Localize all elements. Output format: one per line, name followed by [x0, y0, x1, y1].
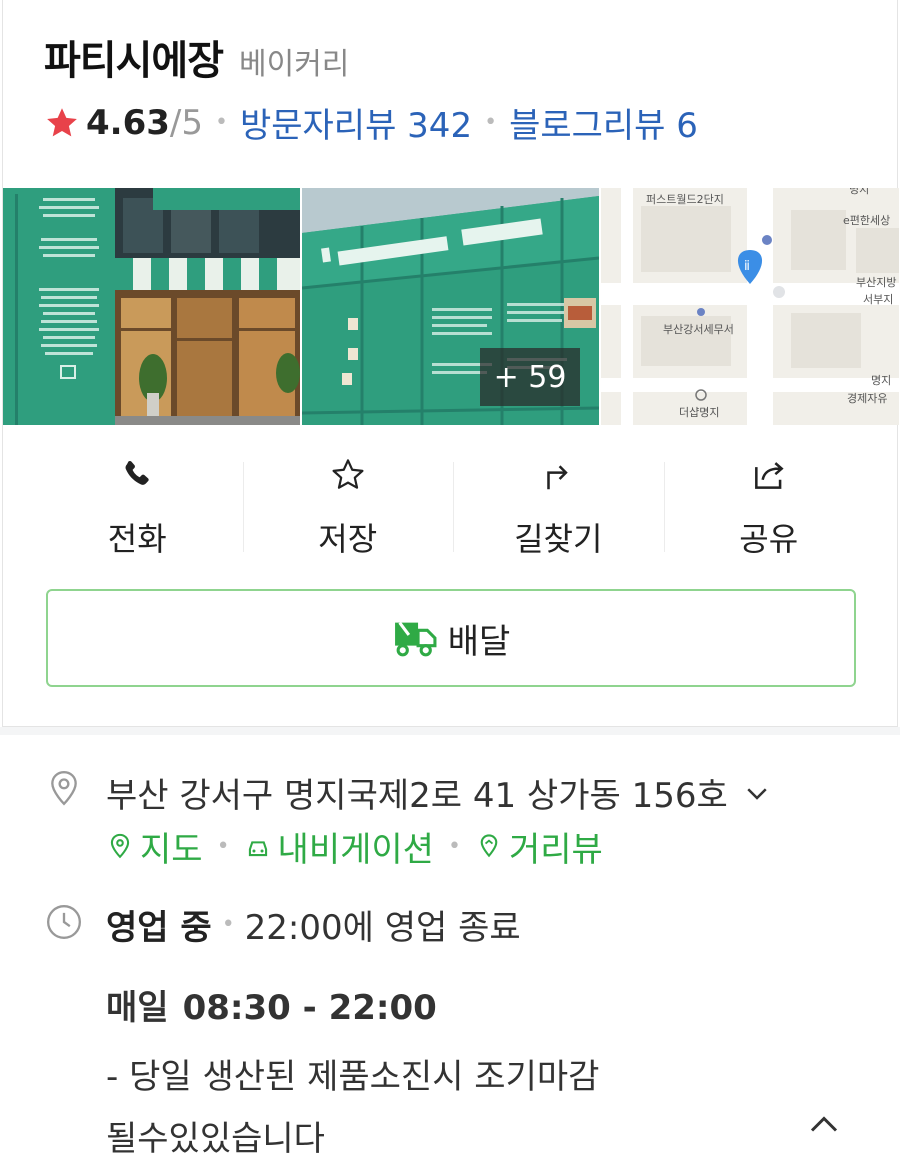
- closing-time: 22:00에 영업 종료: [244, 908, 521, 948]
- chevron-down-icon[interactable]: [742, 778, 772, 808]
- directions-icon: [547, 465, 568, 490]
- chevron-up-icon[interactable]: [806, 1108, 842, 1138]
- street-view-link-label: 거리뷰: [508, 830, 603, 870]
- map-label: 부산지방: [856, 276, 896, 289]
- open-status: 영업 중: [106, 908, 212, 948]
- delivery-label: 배달: [447, 621, 511, 662]
- address-row[interactable]: 부산 강서구 명지국제2로 41 상가동 156호: [106, 768, 772, 817]
- map-link-label: 지도: [140, 830, 203, 870]
- clock-icon: [47, 905, 81, 939]
- more-photos-badge[interactable]: + 59: [480, 348, 580, 406]
- share-button[interactable]: 공유: [663, 448, 875, 560]
- directions-label: 길찾기: [514, 520, 603, 558]
- save-label: 저장: [318, 520, 378, 558]
- street-view-link[interactable]: 거리뷰: [475, 822, 603, 871]
- separator-dot: •: [484, 110, 498, 135]
- map-label: 명지: [871, 374, 891, 387]
- photo-strip: + 59 퍼스트월드2단지 명지 e편한세상 부산지방 서부지 부산강서세무서 …: [3, 188, 899, 425]
- address-text: 부산 강서구 명지국제2로 41 상가동 156호: [106, 776, 728, 816]
- map-pin-icon: [110, 833, 130, 858]
- place-category: 베이커리: [239, 47, 350, 82]
- map-link[interactable]: 지도: [106, 822, 203, 871]
- business-status-row: 영업 중 • 22:00에 영업 종료: [106, 900, 521, 949]
- hours-time: 08:30 - 22:00: [182, 988, 437, 1028]
- save-button[interactable]: 저장: [242, 448, 454, 560]
- hours-note: - 당일 생산된 제품소진시 조기마감 될수있있습니다: [106, 1046, 599, 1170]
- rating-max: /5: [169, 102, 203, 143]
- call-label: 전화: [107, 520, 167, 558]
- car-icon: [248, 840, 267, 856]
- phone-icon: [125, 460, 149, 485]
- hours-day: 매일: [106, 988, 169, 1028]
- rating-row: 4.63 /5 • 방문자리뷰 342 • 블로그리뷰 6: [44, 98, 698, 147]
- navigation-link[interactable]: 내비게이션: [244, 822, 434, 871]
- map-label: 부산강서세무서: [663, 323, 734, 336]
- daily-hours: 매일 08:30 - 22:00: [106, 980, 437, 1029]
- map-label: e편한세상: [843, 214, 890, 227]
- delivery-truck-icon: [394, 621, 437, 657]
- action-bar: 전화 저장 길찾기 공유: [32, 448, 874, 560]
- building-wall-photo[interactable]: + 59: [302, 188, 599, 425]
- map-label: 서부지: [863, 293, 893, 306]
- share-icon: [754, 462, 784, 489]
- share-label: 공유: [739, 520, 799, 558]
- separator-dot: •: [447, 834, 461, 859]
- separator-dot: •: [216, 834, 230, 859]
- svg-text:ⅱ: ⅱ: [744, 259, 750, 274]
- separator-dot: •: [214, 110, 228, 135]
- map-label: 경제자유: [847, 392, 887, 405]
- hours-note-line: 될수있있습니다: [106, 1119, 325, 1159]
- section-divider: [0, 727, 900, 735]
- hours-note-line: - 당일 생산된 제품소진시 조기마감: [106, 1057, 600, 1097]
- storefront-photo[interactable]: [3, 188, 300, 425]
- map-label: 명지: [849, 188, 869, 196]
- delivery-button[interactable]: 배달: [46, 589, 856, 687]
- separator-dot: •: [221, 912, 235, 937]
- star-outline-icon: [332, 459, 364, 489]
- visitor-reviews-link[interactable]: 방문자리뷰 342: [240, 98, 472, 147]
- location-map-thumbnail[interactable]: 퍼스트월드2단지 명지 e편한세상 부산지방 서부지 부산강서세무서 더샵명지 …: [601, 188, 899, 425]
- map-label: 더샵명지: [679, 406, 719, 419]
- navigation-link-label: 내비게이션: [277, 830, 434, 870]
- call-button[interactable]: 전화: [32, 448, 243, 560]
- title-row: 파티시에장 베이커리: [44, 28, 349, 86]
- place-name: 파티시에장: [44, 38, 224, 84]
- rating-value: 4.63: [86, 102, 170, 143]
- map-image: 퍼스트월드2단지 명지 e편한세상 부산지방 서부지 부산강서세무서 더샵명지 …: [601, 188, 899, 425]
- directions-button[interactable]: 길찾기: [453, 448, 664, 560]
- map-label: 퍼스트월드2단지: [646, 193, 724, 206]
- star-icon: [47, 107, 77, 136]
- address-links: 지도 • 내비게이션 • 거리뷰: [106, 822, 603, 871]
- blog-reviews-link[interactable]: 블로그리뷰 6: [509, 98, 698, 147]
- street-view-icon: [480, 833, 498, 857]
- location-pin-icon: [51, 770, 77, 806]
- storefront-image: [3, 188, 300, 425]
